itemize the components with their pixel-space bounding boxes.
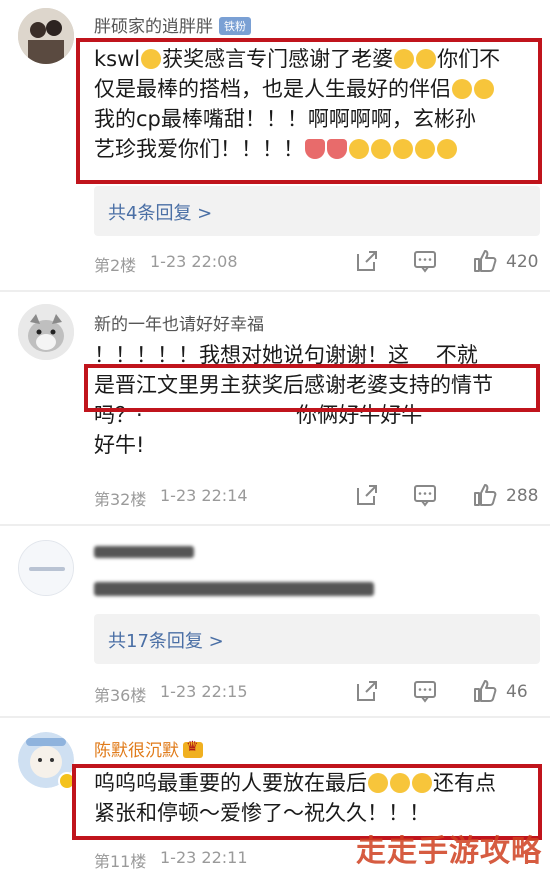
vip-crown-icon	[183, 739, 203, 758]
highlight-box	[84, 364, 540, 412]
comment-meta: 第32楼 1-23 22:14 288	[94, 482, 540, 510]
avatar[interactable]	[18, 304, 74, 360]
share-icon[interactable]	[354, 248, 380, 274]
avatar[interactable]	[18, 540, 74, 596]
like-count: 420	[506, 252, 539, 272]
timestamp: 1-23 22:11	[160, 848, 248, 867]
watermark: 走走手游攻略	[356, 834, 542, 869]
comment-icon[interactable]	[412, 678, 438, 704]
comment-icon[interactable]	[412, 248, 438, 274]
divider	[0, 716, 550, 718]
share-icon[interactable]	[354, 678, 380, 704]
comment-meta: 第2楼 1-23 22:08 420	[94, 248, 540, 276]
floor-number: 第2楼	[94, 256, 137, 275]
comment-icon[interactable]	[412, 482, 438, 508]
like-icon[interactable]	[472, 482, 498, 508]
floor-number: 第36楼	[94, 686, 147, 705]
replies-link[interactable]: 共4条回复 >	[94, 186, 540, 236]
share-icon[interactable]	[354, 482, 380, 508]
comment-meta: 第36楼 1-23 22:15 46	[94, 678, 540, 706]
replies-link[interactable]: 共17条回复 >	[94, 614, 540, 664]
fan-badge: 铁粉	[219, 17, 251, 35]
replies-text[interactable]: 共17条回复 >	[108, 627, 224, 653]
comment-line: 好牛!	[94, 433, 145, 457]
avatar[interactable]	[18, 732, 76, 790]
floor-number: 第11楼	[94, 852, 147, 871]
timestamp: 1-23 22:14	[160, 486, 248, 505]
like-icon[interactable]	[472, 678, 498, 704]
dog-avatar-icon	[18, 304, 74, 360]
like-count: 46	[506, 682, 528, 702]
username[interactable]	[94, 542, 214, 562]
highlight-box	[76, 38, 542, 184]
divider	[0, 524, 550, 526]
comment-text	[94, 574, 539, 604]
timestamp: 1-23 22:08	[150, 252, 238, 271]
divider	[0, 290, 550, 292]
comment-item: 新的一年也请好好幸福 ！！！！！我想对她说句谢谢！这 不就 是晋江文里男主获奖后…	[0, 296, 550, 518]
comment-item: 胖硕家的逍胖胖 铁粉 kswl 获奖感言专门感谢了老婆 你们不 仅是最棒的搭档，也是人…	[0, 0, 550, 284]
comment-item: 共17条回复 > 第36楼 1-23 22:15 46	[0, 530, 550, 710]
username[interactable]: 新的一年也请好好幸福	[94, 310, 264, 335]
like-count: 288	[506, 486, 539, 506]
avatar-photo-icon	[18, 8, 74, 64]
like-icon[interactable]	[472, 248, 498, 274]
floor-number: 第32楼	[94, 490, 147, 509]
username-text[interactable]: 胖硕家的逍胖胖	[94, 17, 213, 37]
timestamp: 1-23 22:15	[160, 682, 248, 701]
text-avatar-icon	[19, 541, 73, 595]
username[interactable]: 胖硕家的逍胖胖 铁粉	[94, 12, 251, 37]
avatar[interactable]	[18, 8, 74, 64]
username-text[interactable]: 陈默很沉默	[94, 741, 179, 761]
username[interactable]: 陈默很沉默	[94, 736, 203, 761]
replies-text[interactable]: 共4条回复 >	[108, 199, 212, 225]
